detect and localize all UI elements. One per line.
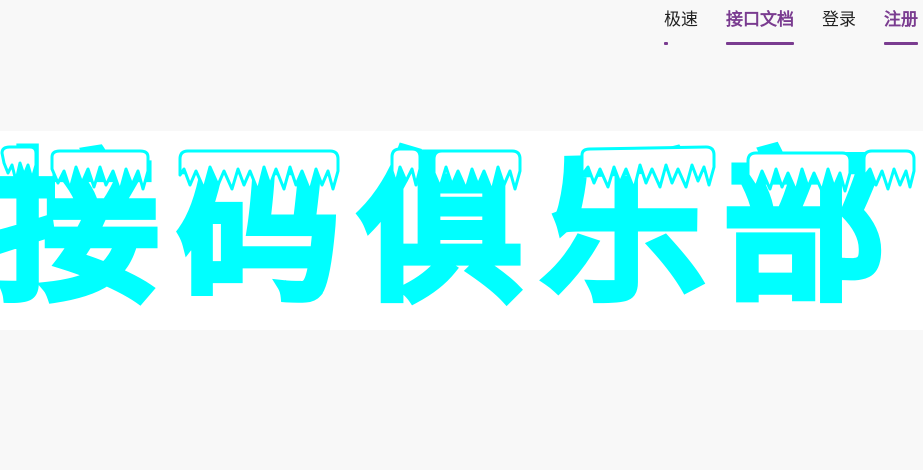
nav-item-api-docs[interactable]: 接口文档 <box>726 8 794 46</box>
logo-text: 接码俱乐部 <box>0 133 906 327</box>
top-navigation: 极速 接口文档 登录 注册 <box>0 0 923 48</box>
logo-banner: 接码俱乐部 <box>0 131 923 330</box>
nav-item-speed-indicator <box>664 42 668 45</box>
nav-item-register[interactable]: 注册 <box>884 8 918 46</box>
nav-item-speed-label: 极速 <box>664 10 698 30</box>
nav-item-register-label: 注册 <box>884 10 918 30</box>
nav-item-api-docs-label: 接口文档 <box>726 10 794 30</box>
nav-item-login[interactable]: 登录 <box>822 8 856 46</box>
nav-item-login-label: 登录 <box>822 10 856 30</box>
nav-item-speed[interactable]: 极速 <box>664 8 698 46</box>
page: 极速 接口文档 登录 注册 接码俱乐部 <box>0 0 923 470</box>
nav-item-register-indicator <box>884 42 918 45</box>
nav-item-api-docs-indicator <box>726 42 794 45</box>
